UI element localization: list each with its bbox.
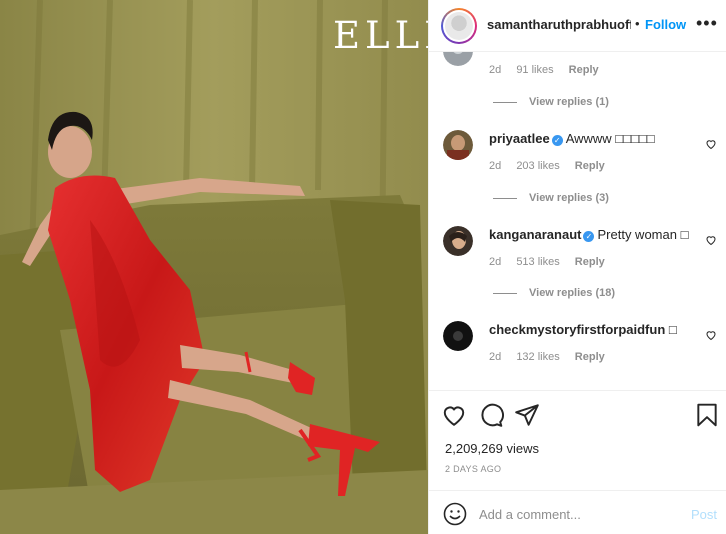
comment-icon[interactable] xyxy=(478,402,504,428)
view-replies-button[interactable]: View replies (1) xyxy=(493,96,609,108)
author-avatar[interactable] xyxy=(441,8,477,44)
verified-badge-icon: ✓ xyxy=(551,135,563,146)
follow-button[interactable]: Follow xyxy=(645,17,686,32)
post-actions: 2,209,269 views 2 DAYS AGO xyxy=(429,390,726,490)
view-replies-button[interactable]: View replies (18) xyxy=(493,287,615,299)
comment-likes[interactable]: 513 likes xyxy=(516,256,559,268)
comment-age: 2d xyxy=(489,256,502,268)
heart-icon[interactable] xyxy=(441,402,467,428)
comment-avatar[interactable] xyxy=(443,130,473,160)
comment-meta: 2d 132 likes Reply xyxy=(489,351,617,363)
comment-reply-button[interactable]: Reply xyxy=(569,64,599,76)
comment-age: 2d xyxy=(489,351,502,363)
post-side-panel: samantharuthprabhuoffl • Follow ••• 2d 9… xyxy=(428,0,726,534)
post-header: samantharuthprabhuoffl • Follow ••• xyxy=(429,0,726,52)
comment-reply-button[interactable]: Reply xyxy=(575,256,605,268)
comment-meta: 2d 203 likes Reply xyxy=(489,160,617,172)
post-comment-button[interactable]: Post xyxy=(691,507,717,522)
comment-reply-button[interactable]: Reply xyxy=(575,351,605,363)
comment-body: Awwww □□□□□ xyxy=(565,131,655,146)
comment-username[interactable]: checkmystoryfirstforpaidfun xyxy=(489,322,665,337)
comment-avatar[interactable] xyxy=(443,226,473,256)
post-timestamp[interactable]: 2 DAYS AGO xyxy=(445,464,501,474)
comment-like-heart-icon[interactable] xyxy=(705,138,717,150)
comment-avatar[interactable] xyxy=(443,52,473,66)
comment-likes[interactable]: 203 likes xyxy=(516,160,559,172)
comment-likes[interactable]: 91 likes xyxy=(516,64,553,76)
author-username[interactable]: samantharuthprabhuoffl xyxy=(487,17,631,32)
comment-username[interactable]: priyaatlee xyxy=(489,131,550,146)
comment-body: □ xyxy=(668,322,677,337)
comment-like-heart-icon[interactable] xyxy=(705,234,717,246)
comment-likes[interactable]: 132 likes xyxy=(516,351,559,363)
bookmark-icon[interactable] xyxy=(694,402,720,428)
more-options-icon[interactable]: ••• xyxy=(696,13,718,34)
comment-age: 2d xyxy=(489,160,502,172)
view-replies-button[interactable]: View replies (3) xyxy=(493,192,609,204)
comment-reply-button[interactable]: Reply xyxy=(575,160,605,172)
comment-like-heart-icon[interactable] xyxy=(705,329,717,341)
comment-age: 2d xyxy=(489,64,502,76)
post-image xyxy=(0,0,428,534)
comment-input[interactable] xyxy=(479,503,679,525)
comment-username[interactable]: kanganaranaut xyxy=(489,227,581,242)
brand-logo: ELLE xyxy=(333,14,428,57)
comment-text: priyaatlee ✓ Awwww □□□□□ xyxy=(489,131,655,146)
post-video[interactable]: ELLE xyxy=(0,0,428,534)
comment-meta: 2d 91 likes Reply xyxy=(489,64,611,76)
comment-text: checkmystoryfirstforpaidfun □ xyxy=(489,322,677,337)
comment-meta: 2d 513 likes Reply xyxy=(489,256,617,268)
verified-badge-icon: ✓ xyxy=(583,231,595,242)
emoji-icon[interactable] xyxy=(443,502,467,526)
share-icon[interactable] xyxy=(514,402,540,428)
add-comment-bar: Post xyxy=(429,490,726,534)
comments-list[interactable]: 2d 91 likes Reply View replies (1) priya… xyxy=(429,52,726,390)
comment-body: Pretty woman □ xyxy=(597,227,689,242)
comment-avatar[interactable] xyxy=(443,321,473,351)
header-separator: • xyxy=(635,16,640,31)
view-count[interactable]: 2,209,269 views xyxy=(445,441,539,456)
comment-text: kanganaranaut ✓ Pretty woman □ xyxy=(489,227,688,242)
